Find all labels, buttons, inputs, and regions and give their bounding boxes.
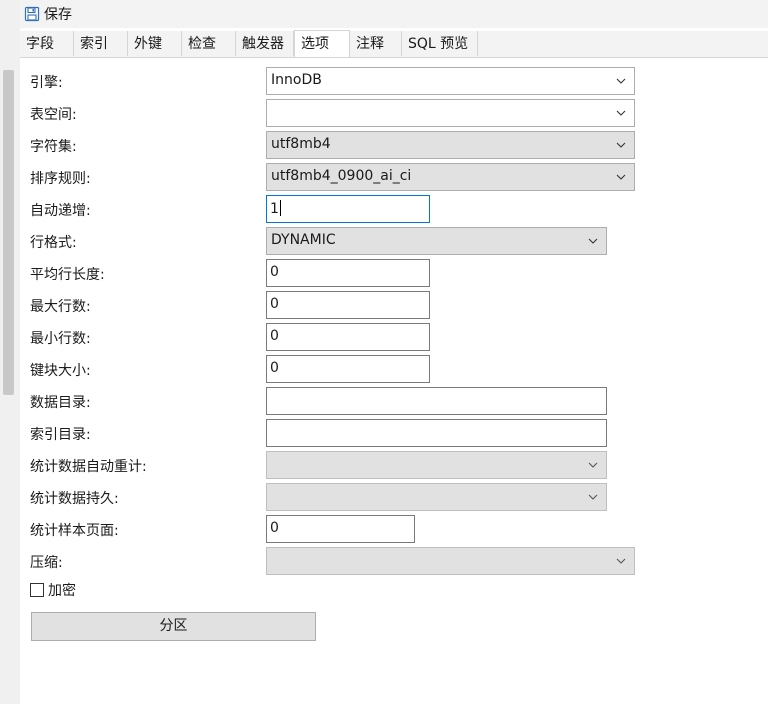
chevron-down-icon (588, 494, 598, 500)
stats-sample-pages-input[interactable]: 0 (266, 515, 415, 543)
stats-auto-recalc-label: 统计数据自动重计: (30, 459, 147, 475)
data-directory-row: 数据目录: (20, 387, 768, 415)
chevron-down-icon (616, 558, 626, 564)
tab-sql-preview[interactable]: SQL 预览 (402, 31, 478, 56)
row-format-label: 行格式: (30, 235, 77, 251)
chevron-down-icon (588, 238, 598, 244)
tab-triggers[interactable]: 触发器 (236, 31, 294, 56)
stats-auto-recalc-row: 统计数据自动重计: (20, 451, 768, 479)
key-block-size-input[interactable]: 0 (266, 355, 430, 383)
index-directory-label: 索引目录: (30, 427, 91, 443)
row-format-row: 行格式: DYNAMIC (20, 227, 768, 255)
tab-foreign-keys[interactable]: 外键 (128, 31, 182, 56)
max-rows-row: 最大行数: 0 (20, 291, 768, 319)
stats-auto-recalc-select[interactable] (266, 451, 607, 479)
chevron-down-icon (616, 142, 626, 148)
encryption-option: 加密 (30, 580, 76, 600)
collation-select[interactable]: utf8mb4_0900_ai_ci (266, 163, 635, 191)
scrollbar-thumb[interactable] (3, 70, 14, 395)
text-caret (279, 200, 281, 216)
index-directory-input[interactable] (266, 419, 607, 447)
options-panel: 保存 字段 索引 外键 检查 触发器 选项 注释 SQL 预览 引擎: Inno… (20, 0, 768, 704)
chevron-down-icon (616, 110, 626, 116)
compression-row: 压缩: (20, 547, 768, 575)
tablespace-row: 表空间: (20, 99, 768, 127)
stats-persistent-row: 统计数据持久: (20, 483, 768, 511)
charset-label: 字符集: (30, 139, 77, 155)
auto-increment-input[interactable]: 1 (266, 195, 430, 223)
collation-row: 排序规则: utf8mb4_0900_ai_ci (20, 163, 768, 191)
encryption-label[interactable]: 加密 (48, 580, 76, 600)
collation-value: utf8mb4_0900_ai_ci (271, 168, 412, 184)
key-block-size-label: 键块大小: (30, 363, 91, 379)
index-directory-row: 索引目录: (20, 419, 768, 447)
row-format-select[interactable]: DYNAMIC (266, 227, 607, 255)
save-button[interactable]: 保存 (24, 4, 72, 24)
stats-persistent-select[interactable] (266, 483, 607, 511)
chevron-down-icon (616, 174, 626, 180)
auto-increment-value: 1 (270, 201, 279, 217)
tab-bar: 字段 索引 外键 检查 触发器 选项 注释 SQL 预览 (20, 30, 768, 58)
auto-increment-row: 自动递增: 1 (20, 195, 768, 223)
max-rows-value: 0 (270, 296, 279, 312)
key-block-size-row: 键块大小: 0 (20, 355, 768, 383)
partition-button[interactable]: 分区 (31, 612, 316, 641)
vertical-scrollbar[interactable] (0, 0, 20, 704)
tab-options[interactable]: 选项 (294, 30, 350, 57)
chevron-down-icon (616, 78, 626, 84)
table-designer-window: 保存 字段 索引 外键 检查 触发器 选项 注释 SQL 预览 引擎: Inno… (0, 0, 768, 704)
chevron-down-icon (588, 462, 598, 468)
compression-label: 压缩: (30, 555, 63, 571)
max-rows-label: 最大行数: (30, 299, 91, 315)
tab-indexes[interactable]: 索引 (74, 31, 128, 56)
compression-select[interactable] (266, 547, 635, 575)
avg-row-length-value: 0 (270, 264, 279, 280)
auto-increment-label: 自动递增: (30, 203, 91, 219)
max-rows-input[interactable]: 0 (266, 291, 430, 319)
save-label: 保存 (44, 7, 72, 23)
save-icon (24, 6, 40, 22)
data-directory-label: 数据目录: (30, 395, 91, 411)
charset-row: 字符集: utf8mb4 (20, 131, 768, 159)
toolbar: 保存 (20, 0, 768, 28)
min-rows-row: 最小行数: 0 (20, 323, 768, 351)
min-rows-value: 0 (270, 328, 279, 344)
stats-sample-pages-label: 统计样本页面: (30, 523, 119, 539)
engine-value: InnoDB (271, 72, 322, 88)
row-format-value: DYNAMIC (271, 232, 336, 248)
tab-checks[interactable]: 检查 (182, 31, 236, 56)
avg-row-length-row: 平均行长度: 0 (20, 259, 768, 287)
engine-row: 引擎: InnoDB (20, 67, 768, 95)
key-block-size-value: 0 (270, 360, 279, 376)
engine-label: 引擎: (30, 75, 63, 91)
avg-row-length-input[interactable]: 0 (266, 259, 430, 287)
min-rows-input[interactable]: 0 (266, 323, 430, 351)
stats-persistent-label: 统计数据持久: (30, 491, 119, 507)
encryption-checkbox[interactable] (30, 583, 44, 597)
data-directory-input[interactable] (266, 387, 607, 415)
tablespace-select[interactable] (266, 99, 635, 127)
min-rows-label: 最小行数: (30, 331, 91, 347)
tab-comments[interactable]: 注释 (350, 31, 402, 56)
collation-label: 排序规则: (30, 171, 91, 187)
stats-sample-pages-row: 统计样本页面: 0 (20, 515, 768, 543)
charset-select[interactable]: utf8mb4 (266, 131, 635, 159)
stats-sample-pages-value: 0 (270, 520, 279, 536)
tab-fields[interactable]: 字段 (20, 31, 74, 56)
engine-select[interactable]: InnoDB (266, 67, 635, 95)
charset-value: utf8mb4 (271, 136, 331, 152)
avg-row-length-label: 平均行长度: (30, 267, 105, 283)
tablespace-label: 表空间: (30, 107, 77, 123)
